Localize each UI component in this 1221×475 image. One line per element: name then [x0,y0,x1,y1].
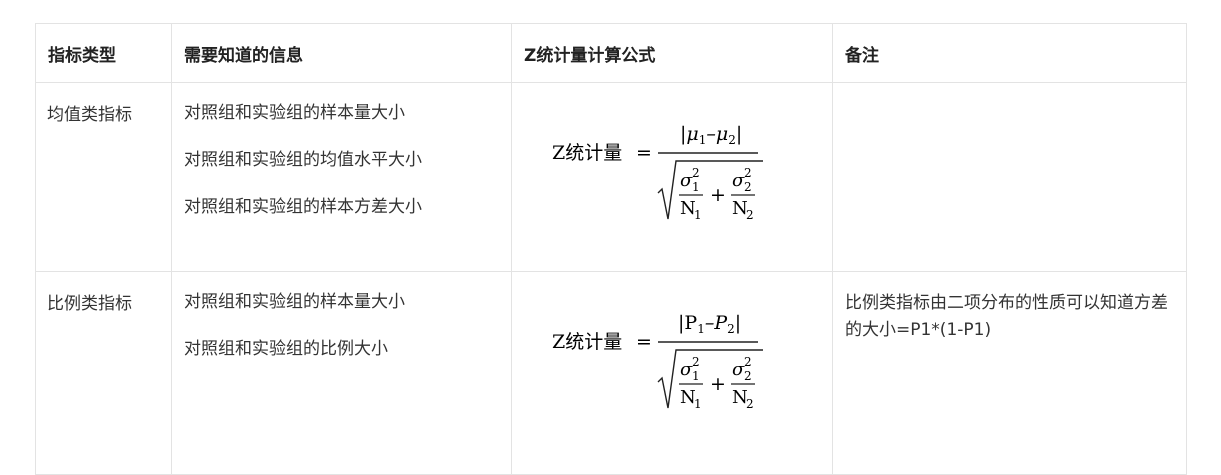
required-info-cell: 对照组和实验组的样本量大小 对照组和实验组的比例大小 [171,271,512,475]
den2-sub: 2 [744,180,752,194]
note-cell [832,82,1187,272]
required-info-cell: 对照组和实验组的样本量大小 对照组和实验组的均值水平大小 对照组和实验组的样本方… [171,82,512,272]
numerator-open: |μ [680,123,699,145]
svg-text:|μ1–μ2|: |μ1–μ2| [680,123,742,147]
den1-nsub: 1 [694,397,702,411]
table-row: 均值类指标 对照组和实验组的样本量大小 对照组和实验组的均值水平大小 对照组和实… [35,82,1187,272]
equals-sign: = [636,331,652,353]
indicator-type-cell: 均值类指标 [35,82,172,272]
numerator-sub2: 2 [728,133,736,147]
indicator-type-cell: 比例类指标 [35,271,172,475]
den2-nsub: 2 [746,397,754,411]
den1-sup: 2 [692,355,700,369]
den2-sub: 2 [744,369,752,383]
den1-sup: 2 [692,166,700,180]
numerator-open: |P [678,312,697,334]
equals-sign: = [636,142,652,164]
numerator-sep: –P [705,312,729,334]
header-row: 指标类型 需要知道的信息 Z统计量计算公式 备注 [35,23,1187,83]
header-z-formula: Z统计量计算公式 [511,23,833,83]
den2-sup: 2 [744,166,752,180]
z-formula: Z统计量 = |μ1–μ2| σ 2 1 N 1 + σ 2 2 N 2 [552,109,812,239]
numerator-sub1: 1 [699,133,707,147]
header-note: 备注 [832,23,1187,83]
numerator-sep: –μ [706,123,728,145]
formula-cell: Z统计量 = |μ1–μ2| σ 2 1 N 1 + σ 2 2 N 2 [511,82,833,272]
den2-sup: 2 [744,355,752,369]
table-row: 比例类指标 对照组和实验组的样本量大小 对照组和实验组的比例大小 Z统计量 = … [35,271,1187,475]
header-required-info: 需要知道的信息 [171,23,512,83]
den1-nsub: 1 [694,208,702,222]
formula-lhs: Z统计量 [552,142,622,164]
den1-sub: 1 [692,369,700,383]
z-formula: Z统计量 = |P1–P2| σ 2 1 N 1 + σ 2 2 N 2 [552,298,812,428]
den1-sub: 1 [692,180,700,194]
den2-nsub: 2 [746,208,754,222]
info-line: 对照组和实验组的均值水平大小 [184,150,422,170]
numerator-sub1: 1 [697,322,705,336]
comparison-table: 指标类型 需要知道的信息 Z统计量计算公式 备注 均值类指标 对照组和实验组的样… [35,23,1187,475]
formula-lhs: Z统计量 [552,331,622,353]
note-cell: 比例类指标由二项分布的性质可以知道方差的大小=P1*(1-P1) [832,271,1187,475]
info-line: 对照组和实验组的比例大小 [184,339,388,359]
numerator-sub2: 2 [727,322,735,336]
formula-cell: Z统计量 = |P1–P2| σ 2 1 N 1 + σ 2 2 N 2 [511,271,833,475]
numerator-close: | [735,312,741,334]
info-line: 对照组和实验组的样本方差大小 [184,197,422,217]
plus-sign: + [710,373,726,395]
numerator-close: | [736,123,742,145]
svg-text:|P1–P2|: |P1–P2| [678,312,741,336]
plus-sign: + [710,184,726,206]
info-line: 对照组和实验组的样本量大小 [184,292,405,312]
info-line: 对照组和实验组的样本量大小 [184,103,405,123]
header-indicator-type: 指标类型 [35,23,172,83]
